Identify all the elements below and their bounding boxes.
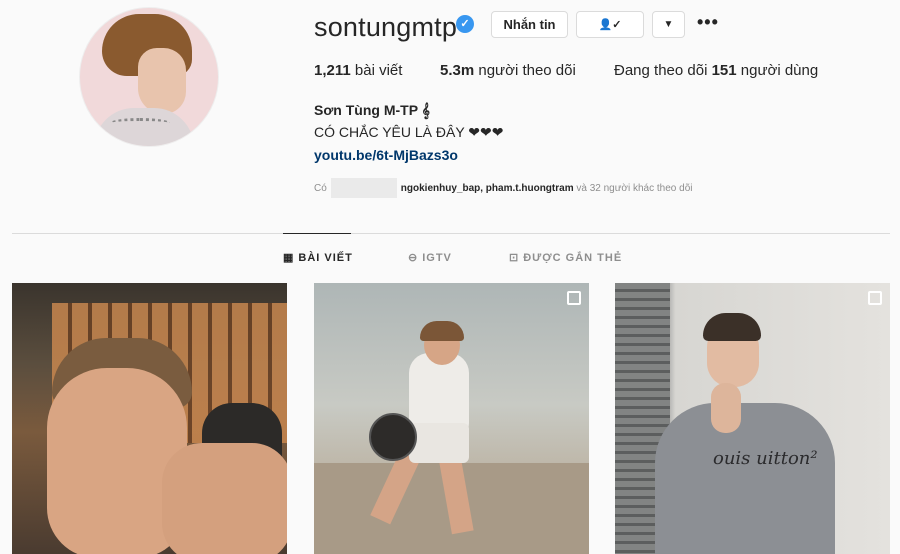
following-button[interactable]: 👤✓ [576,11,644,38]
tab-igtv-label: IGTV [422,251,452,264]
post-2-shorts [409,423,469,463]
bio-link[interactable]: youtu.be/6t-MjBazs3o [314,147,458,163]
grid-icon: ▦ [283,252,295,264]
verified-badge-icon: ✓ [456,15,474,33]
avatar-face [138,48,186,114]
multiple-photos-icon [567,291,581,305]
followed-by-users: ngokienhuy_bap, pham.t.huongtram [400,182,574,194]
tab-posts[interactable]: ▦ BÀI VIẾT [283,251,353,265]
post-thumbnail-3[interactable]: ouis uitton² [615,283,890,554]
blurred-username [330,178,397,198]
post-3-sweater-text: ouis uitton² [713,448,818,469]
followed-by-suffix: và 32 người khác theo dõi [576,182,693,194]
tagged-icon: ⊡ [509,252,520,264]
followers-count: 5.3m [440,62,475,79]
tab-tagged-label: ĐƯỢC GẮN THẺ [523,251,623,264]
post-1-arm [162,443,287,554]
posts-label: bài viết [354,62,403,79]
igtv-icon: ⊖ [408,252,419,264]
username: sontungmtp [314,12,458,42]
active-tab-indicator [283,233,351,234]
multiple-photos-icon [868,291,882,305]
tab-igtv[interactable]: ⊖ IGTV [408,251,452,265]
avatar-chain [110,118,170,128]
post-3-hand [711,383,741,433]
tab-tagged[interactable]: ⊡ ĐƯỢC GẮN THẺ [509,251,623,265]
post-2-hair [420,321,464,341]
tab-posts-label: BÀI VIẾT [298,251,353,264]
post-thumbnail-2[interactable] [314,283,589,554]
following-stat[interactable]: Đang theo dõi 151 người dùng [614,62,818,79]
followed-by-note[interactable]: Có ngokienhuy_bap, pham.t.huongtram và 3… [314,178,692,198]
post-3-sweater [655,403,835,554]
followers-label: người theo dõi [478,62,576,79]
suggestions-dropdown-button[interactable]: ▼ [652,11,685,38]
following-label: người dùng [740,62,819,79]
bio-text: CÓ CHẮC YÊU LÀ ĐÂY ❤❤❤ [314,124,504,140]
full-name: Sơn Tùng M-TP 𝄞 [314,102,430,118]
message-button[interactable]: Nhắn tin [491,11,568,38]
followed-by-prefix: Có [314,182,327,194]
following-count: 151 [711,62,737,79]
profile-avatar[interactable] [79,7,219,147]
followers-stat[interactable]: 5.3m người theo dõi [440,62,576,79]
post-2-basketball [369,413,417,461]
post-thumbnail-1[interactable] [12,283,287,554]
following-user-check-icon: 👤✓ [598,19,622,31]
posts-count: 1,211 [314,62,351,79]
post-3-hair [703,313,761,341]
following-prefix: Đang theo dõi [614,62,708,79]
more-options-icon[interactable]: ••• [697,12,719,33]
posts-stat: 1,211 bài viết [314,62,402,79]
profile-divider [12,233,890,234]
chevron-down-icon: ▼ [663,19,674,30]
